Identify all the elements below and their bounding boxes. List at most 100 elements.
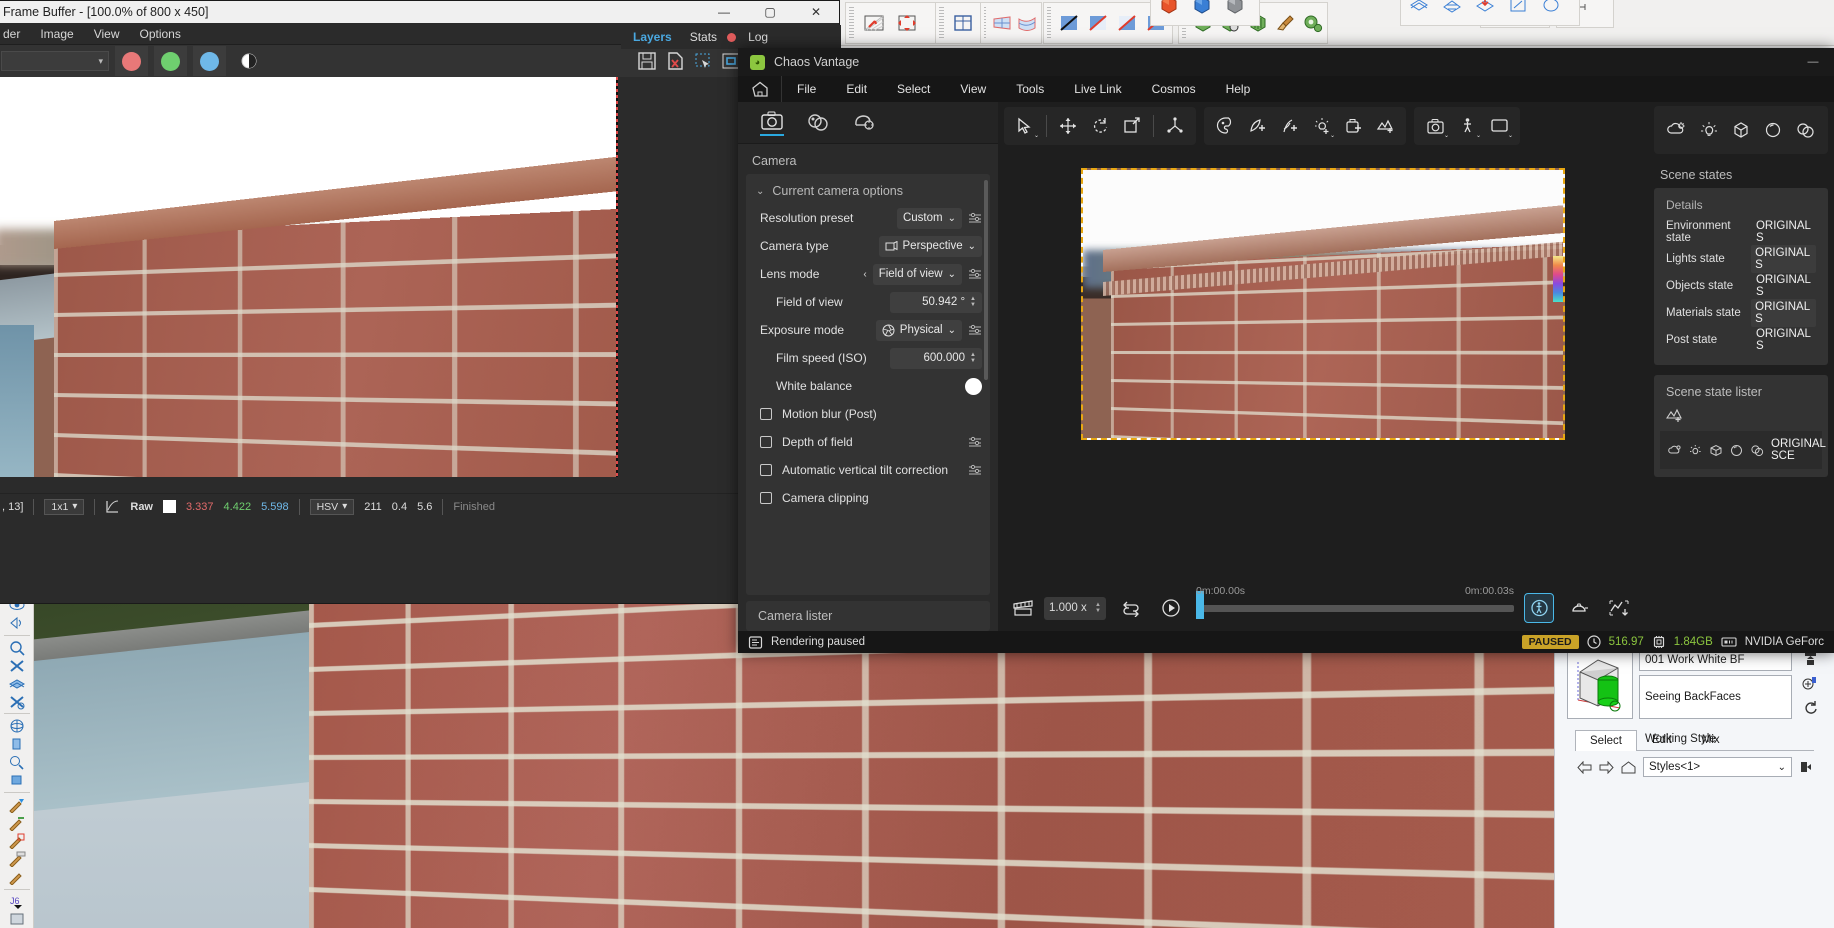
style-thumbnail[interactable] xyxy=(1567,649,1633,719)
color-space-select[interactable]: HSV ▾ xyxy=(309,498,355,515)
tab-stats[interactable]: Stats xyxy=(682,27,725,47)
toolbar-group-layers-top[interactable] xyxy=(1400,0,1580,26)
environment-icon[interactable] xyxy=(1662,115,1692,145)
prev-arrow-icon[interactable]: ‹ xyxy=(863,269,866,280)
tab-mix[interactable]: Mix xyxy=(1687,729,1735,750)
layers-stack-icon[interactable] xyxy=(1404,0,1434,20)
field-of-view-stepper[interactable]: ▲ ▼ xyxy=(970,296,976,308)
tab-select[interactable]: Select xyxy=(1575,730,1637,751)
minimize-icon[interactable]: — xyxy=(701,1,747,23)
pencil-triangle-icon[interactable] xyxy=(3,796,31,814)
curve-distort-icon[interactable] xyxy=(1016,8,1038,38)
style-hidden-line-icon[interactable] xyxy=(1085,8,1111,38)
row-camera-clipping[interactable]: Camera clipping xyxy=(746,484,990,512)
style-description-field[interactable]: Seeing BackFaces Working Style xyxy=(1639,675,1792,745)
tab-render-settings[interactable] xyxy=(852,111,876,135)
depth-of-field-options-icon[interactable] xyxy=(968,436,982,448)
home-icon[interactable] xyxy=(738,76,782,102)
lights-icon[interactable] xyxy=(1694,115,1724,145)
toolbar-grip[interactable] xyxy=(849,7,854,39)
channel-blue-button[interactable] xyxy=(193,46,226,76)
depth-of-field-checkbox[interactable] xyxy=(760,436,772,448)
scene-state-list-item[interactable]: ORIGINAL SCE xyxy=(1660,431,1826,469)
create-style-icon[interactable] xyxy=(1802,675,1818,691)
motion-blur-checkbox[interactable] xyxy=(760,408,772,420)
misc-tool-icon[interactable] xyxy=(3,910,31,928)
section-display-icon[interactable] xyxy=(892,8,922,38)
tab-edit[interactable]: Edit xyxy=(1637,729,1687,750)
playback-speed-input[interactable]: 1.000 x ▲ ▼ xyxy=(1044,596,1106,620)
orbit-icon[interactable] xyxy=(3,717,31,735)
blue-cube-icon[interactable] xyxy=(1187,0,1217,20)
gray-cube-icon[interactable] xyxy=(1220,0,1250,20)
tab-layers[interactable]: Layers xyxy=(625,27,680,47)
vertical-tilt-checkbox[interactable] xyxy=(760,464,772,476)
menu-live-link[interactable]: Live Link xyxy=(1059,76,1136,102)
pencil-plain-icon[interactable] xyxy=(3,868,31,886)
menu-cosmos[interactable]: Cosmos xyxy=(1137,76,1211,102)
menu-view[interactable]: View xyxy=(94,27,120,41)
camera-icon[interactable]: ⌄ xyxy=(1420,111,1450,141)
hide-icon[interactable] xyxy=(3,614,31,632)
film-speed-input[interactable]: 600.000 ▲ ▼ xyxy=(890,347,982,369)
field-of-view-input[interactable]: 50.942 ° ▲ ▼ xyxy=(890,291,982,313)
menu-options[interactable]: Options xyxy=(140,27,181,41)
row-white-balance[interactable]: White balance xyxy=(746,372,990,400)
settings-gear-icon[interactable] xyxy=(1300,8,1324,38)
select-icon[interactable]: ⌄ xyxy=(1010,111,1040,141)
add-decal-icon[interactable] xyxy=(1242,111,1272,141)
playback-speed-stepper[interactable]: ▲ ▼ xyxy=(1095,602,1101,614)
export-sequence-icon[interactable] xyxy=(1604,593,1634,623)
menu-select[interactable]: Select xyxy=(882,76,945,102)
white-balance-color-swatch[interactable] xyxy=(965,377,982,395)
import-down-icon[interactable] xyxy=(1470,0,1500,20)
clear-image-icon[interactable] xyxy=(665,51,685,71)
pencil-line-icon[interactable] xyxy=(3,814,31,832)
back-arrow-icon[interactable] xyxy=(1577,760,1592,774)
status-message-icon[interactable] xyxy=(748,635,763,650)
menu-edit[interactable]: Edit xyxy=(831,76,882,102)
film-speed-stepper[interactable]: ▲ ▼ xyxy=(970,352,976,364)
current-camera-options-header[interactable]: ⌄ Current camera options xyxy=(746,178,990,204)
add-light-icon[interactable]: ⌄ xyxy=(1306,111,1336,141)
add-scene-state-icon[interactable] xyxy=(1654,407,1828,431)
row-field-of-view[interactable]: Field of view 50.942 ° ▲ ▼ xyxy=(746,288,990,316)
timeline-bar[interactable] xyxy=(1196,605,1514,612)
display-mode-icon[interactable]: ⌄ xyxy=(1484,111,1514,141)
styles-collection-select[interactable]: Styles<1> ⌄ xyxy=(1643,757,1792,777)
play-icon[interactable] xyxy=(1156,593,1186,623)
zoom-extents-icon[interactable] xyxy=(3,639,31,657)
zoom-level-select[interactable]: 1x1 ▾ xyxy=(44,498,85,515)
toolbar-group-cubes-top[interactable] xyxy=(1150,0,1260,26)
row-camera-type[interactable]: Camera type Perspective ⌄ xyxy=(746,232,990,260)
vantage-render-viewport[interactable] xyxy=(998,150,1648,585)
color-picker-icon[interactable] xyxy=(105,499,120,514)
resolution-preset-options-icon[interactable] xyxy=(968,212,982,224)
lens-mode-select[interactable]: Field of view ⌄ xyxy=(872,263,962,285)
row-lens-mode[interactable]: Lens mode ‹ Field of view ⌄ xyxy=(746,260,990,288)
cross-hide-icon[interactable] xyxy=(3,657,31,675)
move-icon[interactable] xyxy=(1053,111,1083,141)
pencil-ruler-icon[interactable] xyxy=(3,850,31,868)
red-cube-icon[interactable] xyxy=(1154,0,1184,20)
tab-lens-effects[interactable] xyxy=(806,111,830,135)
exposure-mode-select[interactable]: Physical ⌄ xyxy=(875,319,962,341)
circle-plane-icon[interactable] xyxy=(1536,0,1566,20)
zoom-window-icon[interactable] xyxy=(3,771,31,789)
rotate-icon[interactable] xyxy=(1085,111,1115,141)
render-element-select[interactable]: ▾ xyxy=(1,51,109,71)
layers-icon[interactable] xyxy=(3,675,31,693)
loop-icon[interactable] xyxy=(1116,593,1146,623)
add-proxy-icon[interactable] xyxy=(1338,111,1368,141)
material-preview-icon[interactable] xyxy=(1758,115,1788,145)
menu-file[interactable]: File xyxy=(782,76,831,102)
tab-log[interactable]: Log xyxy=(740,27,776,47)
row-depth-of-field[interactable]: Depth of field xyxy=(746,428,990,456)
menu-tools[interactable]: Tools xyxy=(1001,76,1059,102)
timeline-track[interactable]: 0m:00.00s 0m:00.03s xyxy=(1196,585,1514,619)
vfb-title-bar[interactable]: Frame Buffer - [100.0% of 800 x 450] — ▢… xyxy=(0,1,839,23)
maximize-icon[interactable]: ▢ xyxy=(747,1,793,23)
vertical-tilt-options-icon[interactable] xyxy=(968,464,982,476)
render-teapot-icon[interactable] xyxy=(1564,593,1594,623)
forward-arrow-icon[interactable] xyxy=(1599,760,1614,774)
